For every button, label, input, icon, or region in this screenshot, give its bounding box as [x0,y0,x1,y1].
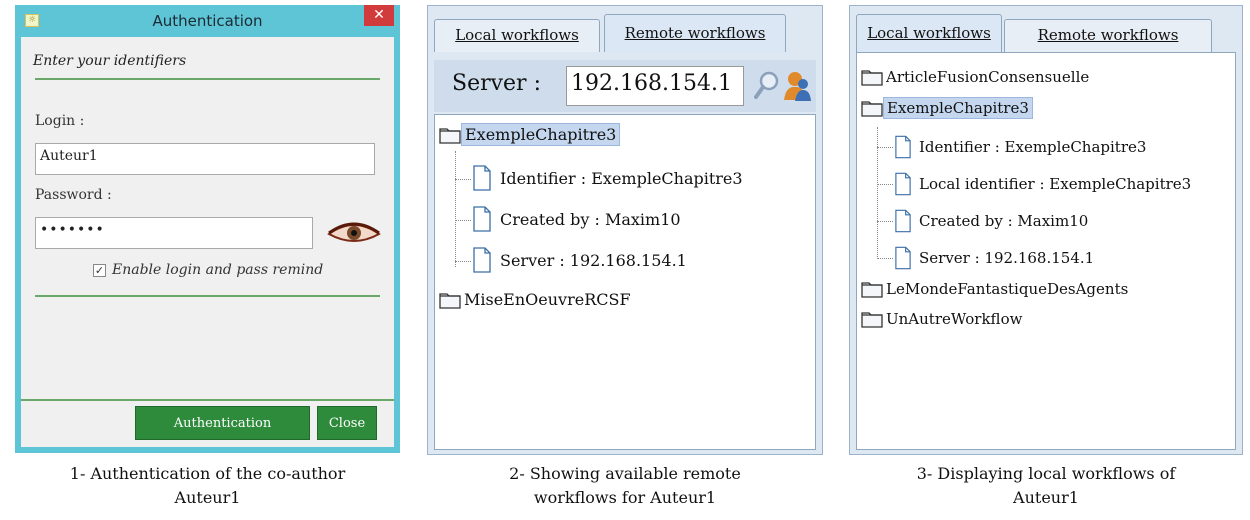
tree-connector [455,220,471,221]
auth-footer: Authentication Close [21,399,394,447]
login-input[interactable]: Auteur1 [35,143,375,175]
tab-local-workflows[interactable]: Local workflows [434,19,600,52]
document-icon [895,209,911,233]
divider [35,78,380,80]
caption: 1- Authentication of the co-author Auteur… [69,464,346,507]
folder-icon [861,101,883,117]
tree-item-document[interactable]: Local identifier : ExempleChapitre3 [895,172,1194,196]
folder-icon [861,282,883,298]
tree-item-folder[interactable]: ExempleChapitre3 [439,123,621,146]
close-icon[interactable]: ✕ [364,5,394,26]
remote-workflows-panel: Local workflows Remote workflows Server … [427,5,823,455]
password-label: Password : [35,187,112,203]
tree-item-document[interactable]: Created by : Maxim10 [473,206,684,232]
eye-icon[interactable] [327,221,381,247]
tree-item-folder[interactable]: ArticleFusionConsensuelle [861,67,1092,87]
document-icon [473,206,491,232]
tree-item-document[interactable]: Identifier : ExempleChapitre3 [895,135,1149,159]
divider [35,295,380,297]
tree-item-document[interactable]: Server : 192.168.154.1 [895,246,1097,270]
tab-local-workflows[interactable]: Local workflows [856,14,1002,52]
local-workflow-tree: ArticleFusionConsensuelle ExempleChapitr… [856,52,1236,450]
password-input[interactable]: ••••••• [35,217,313,249]
tree-connector [455,151,456,267]
server-label: Server : [452,71,541,96]
caption: 3- Displaying local workflows of Auteur1 [916,464,1176,507]
server-row: Server : 192.168.154.1 [434,60,816,112]
caption: 2- Showing available remote workflows for… [509,464,741,507]
local-workflows-panel: Local workflows Remote workflows Article… [849,5,1243,455]
auth-titlebar[interactable]: ☼ Authentication ✕ [21,5,394,37]
login-label: Login : [35,113,85,129]
remind-label: Enable login and pass remind [112,262,324,278]
tree-item-folder[interactable]: MiseEnOeuvreRCSF [439,289,634,310]
document-icon [895,246,911,270]
folder-icon [861,312,883,328]
auth-window-title: Authentication [152,12,263,30]
divider [21,399,394,401]
close-button[interactable]: Close [317,406,377,440]
remind-row[interactable]: ✓ Enable login and pass remind [93,262,323,278]
tree-item-folder[interactable]: LeMondeFantastiqueDesAgents [861,279,1131,299]
document-icon [473,247,491,273]
user-icon[interactable] [784,70,812,102]
folder-icon [861,70,883,86]
tab-remote-workflows[interactable]: Remote workflows [1004,19,1212,52]
tree-connector [877,258,893,259]
auth-body: Enter your identifiers Login : Auteur1 P… [21,37,394,447]
server-input[interactable]: 192.168.154.1 [566,66,744,106]
folder-icon [439,292,461,309]
tab-remote-workflows[interactable]: Remote workflows [604,14,786,52]
tree-connector [877,184,893,185]
tree-item-folder[interactable]: ExempleChapitre3 [861,97,1033,119]
auth-subtitle: Enter your identifiers [33,53,187,69]
document-icon [473,165,491,191]
authentication-button[interactable]: Authentication [135,406,310,440]
tree-connector [877,147,893,148]
tree-item-document[interactable]: Server : 192.168.154.1 [473,247,690,273]
tree-item-document[interactable]: Identifier : ExempleChapitre3 [473,165,746,191]
remote-workflow-tree: ExempleChapitre3 Identifier : ExempleCha… [434,114,816,450]
search-icon[interactable] [754,70,780,100]
tree-item-folder[interactable]: UnAutreWorkflow [861,309,1025,329]
tree-connector [455,179,471,180]
checkbox-checked-icon[interactable]: ✓ [93,263,106,277]
tree-item-document[interactable]: Created by : Maxim10 [895,209,1091,233]
folder-icon [439,127,461,144]
document-icon [895,172,911,196]
tree-connector [877,221,893,222]
document-icon [895,135,911,159]
auth-window: ☼ Authentication ✕ Enter your identifier… [15,5,400,453]
tree-connector [455,261,471,262]
